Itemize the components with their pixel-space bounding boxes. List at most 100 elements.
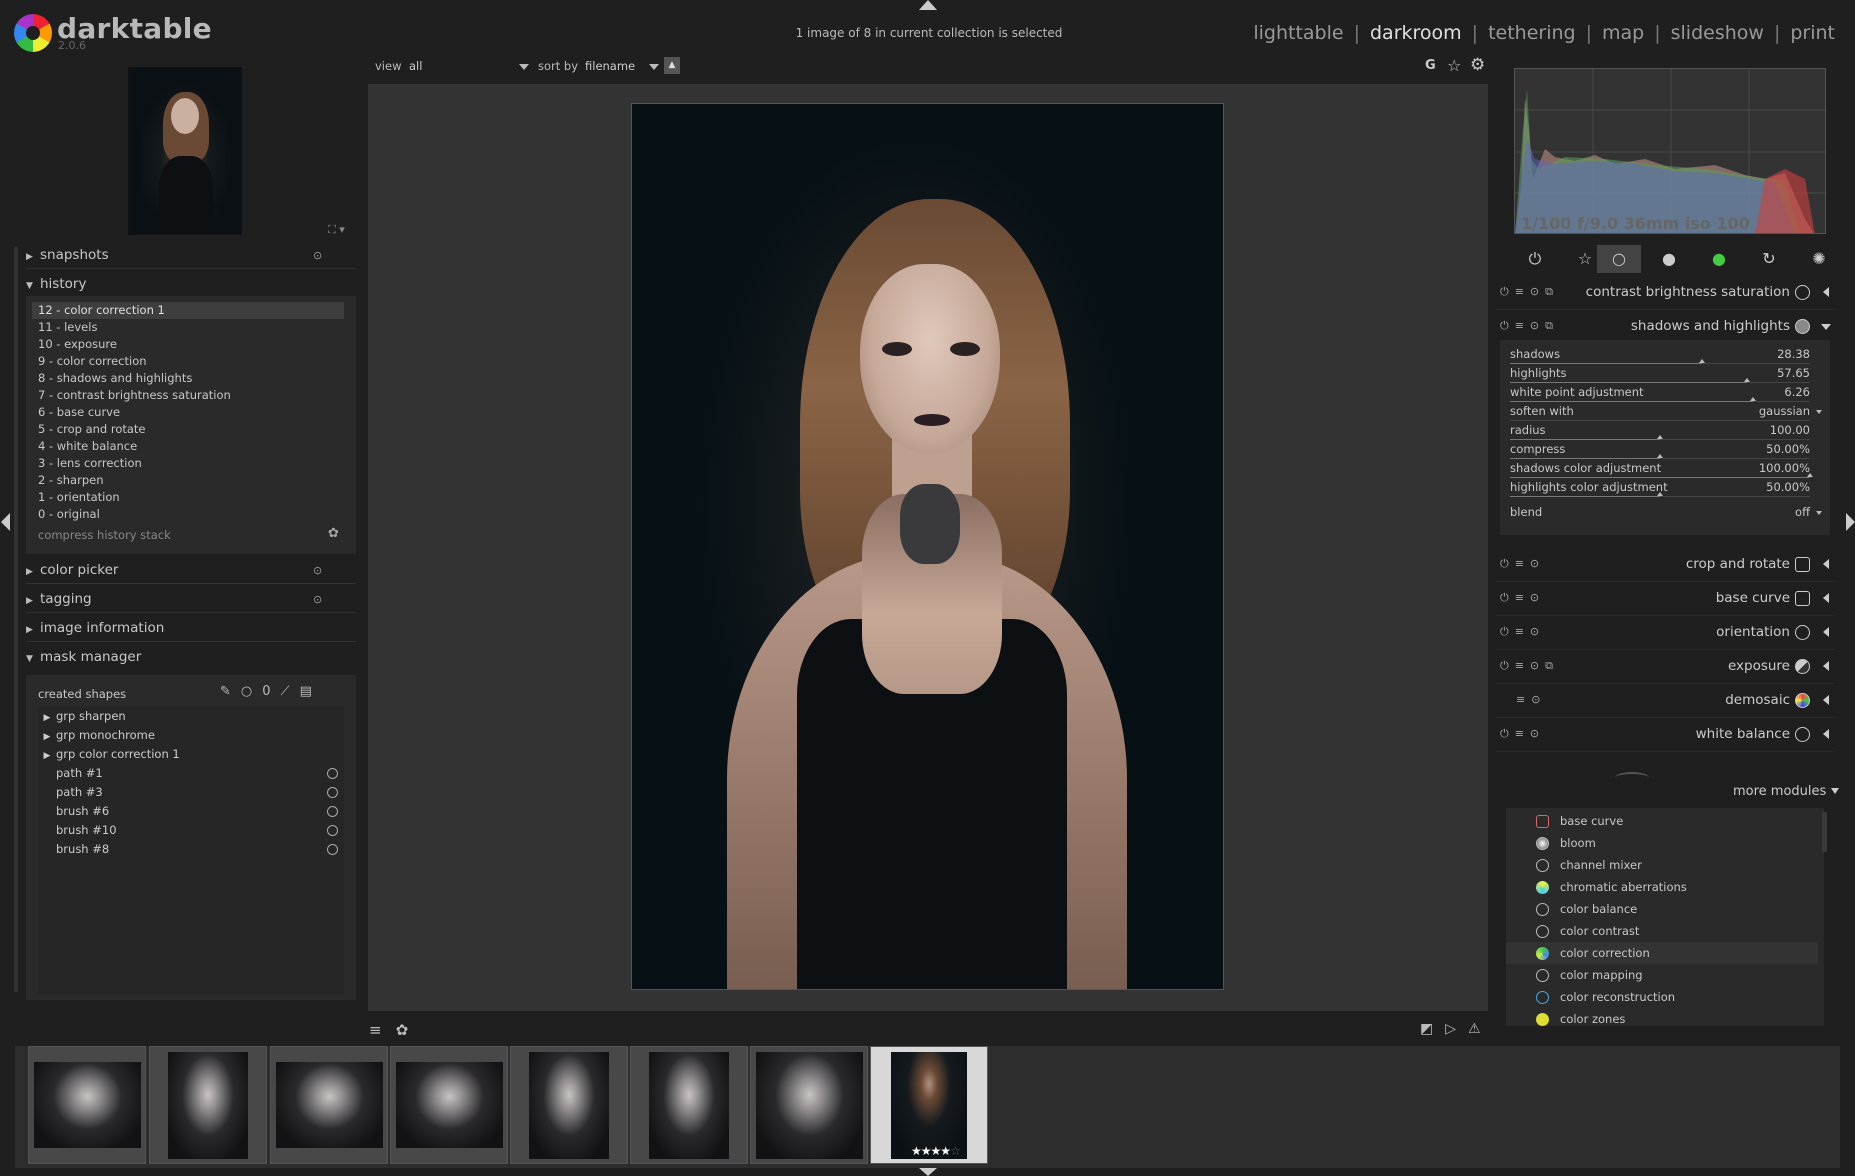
multi-instance-icon[interactable]: ⧉: [1545, 319, 1553, 333]
tagging-header[interactable]: ▶ tagging: [26, 591, 92, 607]
collapse-arrow-icon[interactable]: [1823, 287, 1829, 297]
history-item[interactable]: 4 - white balance: [32, 438, 344, 455]
view-print[interactable]: print: [1784, 22, 1841, 44]
softproof-toggle-icon[interactable]: ▷: [1445, 1021, 1456, 1037]
slider-marker-icon[interactable]: [1699, 359, 1705, 363]
history-item[interactable]: 1 - orientation: [32, 489, 344, 506]
more-module-item[interactable]: color correction: [1506, 942, 1818, 964]
presets-icon[interactable]: ≡: [1515, 319, 1524, 333]
snapshots-reset-icon[interactable]: ⊙: [313, 249, 322, 262]
mask-shape-row[interactable]: path #3: [38, 783, 344, 802]
presets-icon[interactable]: ≡: [1515, 727, 1524, 741]
star-overlay-icon[interactable]: ☆: [1447, 56, 1461, 75]
reset-icon[interactable]: ⊙: [1530, 591, 1539, 605]
filmstrip-thumbnail[interactable]: [630, 1046, 748, 1164]
history-item[interactable]: 12 - color correction 1: [32, 302, 344, 319]
collapse-arrow-icon[interactable]: [1823, 695, 1829, 705]
slider-marker-icon[interactable]: [1657, 492, 1663, 496]
star-rating[interactable]: ★★★★☆: [911, 1144, 961, 1158]
filmstrip-thumbnail[interactable]: [390, 1046, 508, 1164]
module-white-balance[interactable]: ⏻ ≡ ⊙ white balance: [1496, 718, 1834, 752]
snapshots-header[interactable]: ▶ snapshots: [26, 247, 109, 263]
correct-group-tab-icon[interactable]: ↻: [1747, 245, 1791, 273]
presets-menu-icon[interactable]: ≡: [369, 1021, 382, 1039]
history-header[interactable]: ▼ history: [26, 276, 86, 292]
gear-icon[interactable]: ⚙: [1470, 55, 1485, 75]
view-map[interactable]: map: [1596, 22, 1650, 44]
ellipse-tool-icon[interactable]: 0: [262, 684, 270, 699]
slider-marker-icon[interactable]: [1657, 454, 1663, 458]
module-contrast-brightness-saturation[interactable]: ⏻ ≡ ⊙ ⧉ contrast brightness saturation: [1496, 276, 1834, 310]
mask-shape-row[interactable]: path #1: [38, 764, 344, 783]
slider-radius[interactable]: radius 100.00: [1510, 423, 1810, 442]
view-lighttable[interactable]: lighttable: [1247, 22, 1349, 44]
history-item[interactable]: 6 - base curve: [32, 404, 344, 421]
tagging-reset-icon[interactable]: ⊙: [313, 593, 322, 606]
slider-marker-icon[interactable]: [1807, 473, 1813, 477]
filmstrip-thumbnail[interactable]: [750, 1046, 868, 1164]
gamut-check-icon[interactable]: ⚠: [1468, 1021, 1481, 1037]
filmstrip-thumbnail[interactable]: [270, 1046, 388, 1164]
more-modules-header[interactable]: more modules: [1733, 784, 1826, 799]
view-slideshow[interactable]: slideshow: [1665, 22, 1770, 44]
reset-icon[interactable]: ⊙: [1530, 557, 1539, 571]
collapse-arrow-icon[interactable]: [1823, 627, 1829, 637]
slider-compress[interactable]: compress 50.00%: [1510, 442, 1810, 461]
slider-shadows[interactable]: shadows 28.38: [1510, 347, 1810, 366]
bottom-panel-toggle-icon[interactable]: [919, 1168, 937, 1176]
color-picker-reset-icon[interactable]: ⊙: [313, 564, 322, 577]
power-icon[interactable]: ⏻: [1500, 659, 1509, 673]
navigation-preview[interactable]: [128, 67, 242, 235]
more-module-item[interactable]: color reconstruction: [1506, 986, 1818, 1008]
circle-tool-icon[interactable]: ○: [241, 684, 252, 699]
left-panel-scrollbar[interactable]: [14, 247, 18, 992]
module-exposure[interactable]: ⏻ ≡ ⊙ ⧉ exposure: [1496, 650, 1834, 684]
module-base-curve[interactable]: ⏻ ≡ ⊙ base curve: [1496, 582, 1834, 616]
history-item[interactable]: 5 - crop and rotate: [32, 421, 344, 438]
history-item[interactable]: 9 - color correction: [32, 353, 344, 370]
color-group-tab-icon[interactable]: ●: [1697, 245, 1741, 273]
more-module-item[interactable]: channel mixer: [1506, 854, 1818, 876]
basic-group-tab-icon[interactable]: ○: [1597, 245, 1641, 273]
dropdown-blend[interactable]: blend off: [1510, 505, 1822, 524]
top-panel-toggle-icon[interactable]: [919, 0, 937, 10]
history-item[interactable]: 8 - shadows and highlights: [32, 370, 344, 387]
path-tool-icon[interactable]: ⟋: [281, 684, 290, 699]
reset-icon[interactable]: ⊙: [1530, 659, 1539, 673]
slider-highlights-color-adjustment[interactable]: highlights color adjustment 50.00%: [1510, 480, 1810, 499]
presets-icon[interactable]: ≡: [1516, 693, 1525, 706]
filmstrip-thumbnail[interactable]: [510, 1046, 628, 1164]
history-item[interactable]: 7 - contrast brightness saturation: [32, 387, 344, 404]
module-crop-and-rotate[interactable]: ⏻ ≡ ⊙ crop and rotate: [1496, 548, 1834, 582]
slider-marker-icon[interactable]: [1744, 378, 1750, 382]
history-item[interactable]: 0 - original: [32, 506, 344, 523]
slider-shadows-color-adjustment[interactable]: shadows color adjustment 100.00%: [1510, 461, 1813, 480]
history-item[interactable]: 10 - exposure: [32, 336, 344, 353]
presets-icon[interactable]: ≡: [1515, 625, 1524, 639]
slider-white-point-adjustment[interactable]: white point adjustment 6.26: [1510, 385, 1810, 404]
mask-manager-header[interactable]: ▼ mask manager: [26, 649, 141, 665]
mask-group-row[interactable]: ▶ grp sharpen: [38, 707, 344, 726]
mask-group-row[interactable]: ▶ grp monochrome: [38, 726, 344, 745]
collapse-arrow-icon[interactable]: [1823, 729, 1829, 739]
reset-icon[interactable]: ⊙: [1530, 285, 1539, 299]
mask-shape-row[interactable]: brush #10: [38, 821, 344, 840]
image-information-header[interactable]: ▶ image information: [26, 620, 164, 636]
dropdown-arrow-icon[interactable]: [1816, 410, 1822, 414]
more-module-item[interactable]: bloom: [1506, 832, 1818, 854]
history-item[interactable]: 3 - lens correction: [32, 455, 344, 472]
power-icon[interactable]: ⏻: [1500, 727, 1509, 741]
active-modules-tab-icon[interactable]: ⏻: [1513, 245, 1557, 273]
view-dropdown-icon[interactable]: [519, 64, 529, 70]
mask-shape-row[interactable]: brush #8: [38, 840, 344, 859]
styles-icon[interactable]: ✿: [396, 1021, 409, 1039]
star-icon[interactable]: ★: [911, 1144, 922, 1158]
tone-group-tab-icon[interactable]: ●: [1647, 245, 1691, 273]
presets-icon[interactable]: ≡: [1515, 659, 1524, 673]
sort-direction-button[interactable]: ▲: [664, 57, 680, 74]
mask-group-row[interactable]: ▶ grp color correction 1: [38, 745, 344, 764]
power-icon[interactable]: ⏻: [1500, 591, 1509, 605]
multi-instance-icon[interactable]: ⧉: [1545, 659, 1553, 673]
filmstrip-thumbnail[interactable]: [149, 1046, 267, 1164]
main-photo[interactable]: [631, 103, 1224, 990]
